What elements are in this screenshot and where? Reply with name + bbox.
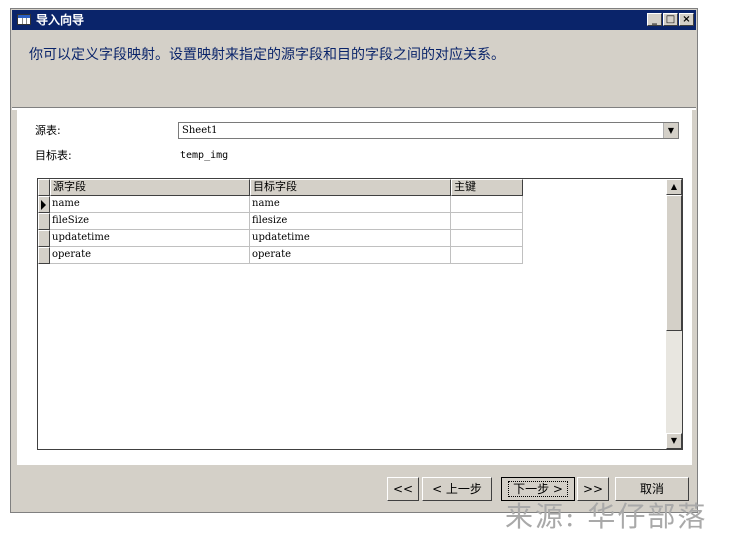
vertical-scrollbar[interactable]: ▲ ▼ <box>666 179 682 449</box>
chevron-down-icon[interactable]: ▼ <box>663 123 678 138</box>
scroll-up-icon[interactable]: ▲ <box>666 179 682 195</box>
table-icon <box>17 14 31 25</box>
table-cell-key[interactable] <box>451 230 523 247</box>
table-cell-source[interactable]: fileSize <box>50 213 250 230</box>
field-mapping-grid[interactable]: 源字段 目标字段 主键 name name fileSize filesize … <box>37 178 683 450</box>
row-header[interactable] <box>38 230 50 247</box>
row-header[interactable] <box>38 196 50 213</box>
row-header[interactable] <box>38 213 50 230</box>
source-table-value: Sheet1 <box>182 125 218 136</box>
table-cell-key[interactable] <box>451 213 523 230</box>
row-header[interactable] <box>38 247 50 264</box>
column-header-source[interactable]: 源字段 <box>50 179 250 196</box>
table-cell-target[interactable]: operate <box>250 247 451 264</box>
table-cell-target[interactable]: updatetime <box>250 230 451 247</box>
window-title: 导入向导 <box>36 13 85 27</box>
target-table-label: 目标表: <box>35 149 72 162</box>
close-button[interactable]: × <box>679 13 694 26</box>
table-cell-target[interactable]: filesize <box>250 213 451 230</box>
step-description: 你可以定义字段映射。设置映射来指定的源字段和目的字段之间的对应关系。 <box>29 47 505 63</box>
target-table-value: temp_img <box>180 150 229 161</box>
source-watermark: 来源: 华仔部落 <box>505 500 708 533</box>
table-cell-source[interactable]: updatetime <box>50 230 250 247</box>
column-header-primary-key[interactable]: 主键 <box>451 179 523 196</box>
grid-corner <box>38 179 50 196</box>
wizard-header: 你可以定义字段映射。设置映射来指定的源字段和目的字段之间的对应关系。 <box>12 30 696 108</box>
table-cell-key[interactable] <box>451 247 523 264</box>
column-header-target[interactable]: 目标字段 <box>250 179 451 196</box>
table-cell-target[interactable]: name <box>250 196 451 213</box>
scroll-down-icon[interactable]: ▼ <box>666 433 682 449</box>
mapping-panel: 源表: Sheet1 ▼ 目标表: temp_img 源字段 目标字段 主键 n… <box>17 110 692 465</box>
maximize-button[interactable]: □ <box>663 13 678 26</box>
table-cell-source[interactable]: name <box>50 196 250 213</box>
minimize-button[interactable]: _ <box>647 13 662 26</box>
grid-body: 源字段 目标字段 主键 name name fileSize filesize … <box>38 179 666 449</box>
source-table-select[interactable]: Sheet1 ▼ <box>178 122 679 139</box>
title-bar[interactable]: 导入向导 _ □ × <box>12 10 696 30</box>
table-cell-key[interactable] <box>451 196 523 213</box>
scrollbar-thumb[interactable] <box>666 195 682 331</box>
previous-step-button[interactable]: < 上一步 <box>422 477 492 501</box>
source-table-label: 源表: <box>35 124 61 137</box>
first-step-button[interactable]: << <box>387 477 419 501</box>
import-wizard-window: 导入向导 _ □ × 你可以定义字段映射。设置映射来指定的源字段和目的字段之间的… <box>10 8 698 513</box>
table-cell-source[interactable]: operate <box>50 247 250 264</box>
row-pointer-icon <box>41 200 46 210</box>
